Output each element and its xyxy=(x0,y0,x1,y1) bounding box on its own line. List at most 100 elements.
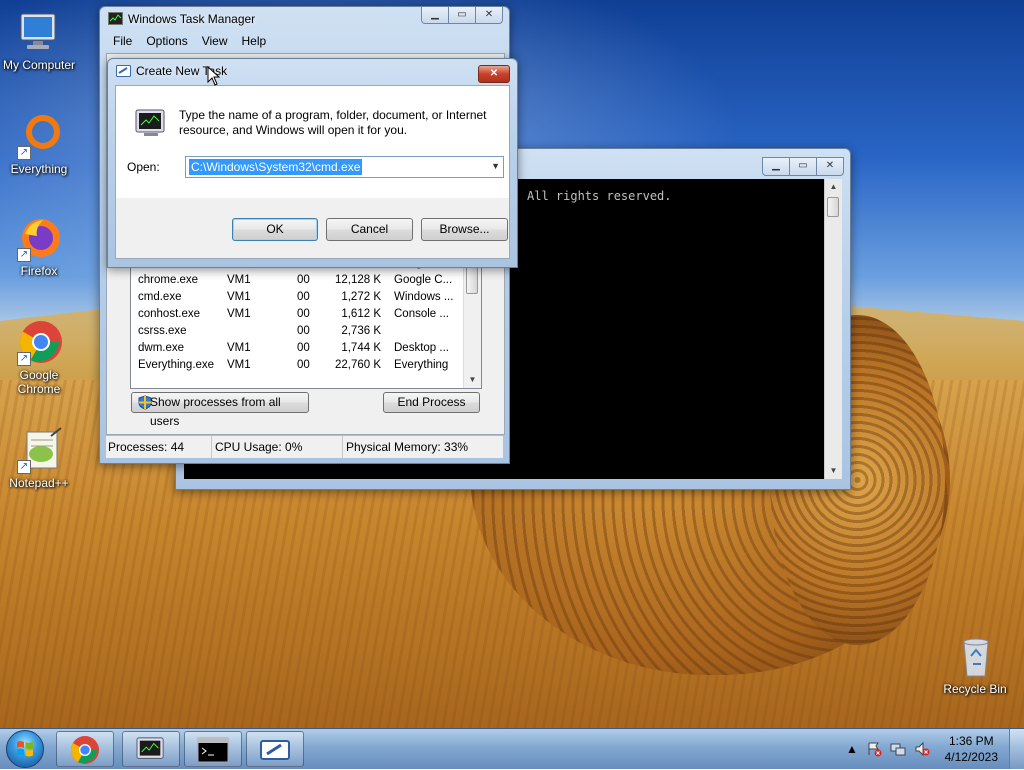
dialog-content-area: Type the name of a program, folder, docu… xyxy=(116,86,509,198)
clock-time: 1:36 PM xyxy=(948,734,994,748)
open-combobox[interactable]: C:\Windows\System32\cmd.exe ▼ xyxy=(185,156,504,178)
scroll-down-icon[interactable]: ▼ xyxy=(464,372,481,388)
recycle-bin-icon xyxy=(951,632,999,680)
notepadpp-icon: ↗ xyxy=(15,426,63,474)
process-list[interactable]: chrome.exe VM1 00 23,888 K Google C... c… xyxy=(130,259,482,389)
close-button[interactable]: ✕ xyxy=(475,7,503,24)
process-memory: 1,272 K xyxy=(341,291,381,303)
table-row[interactable]: chrome.exe VM1 00 12,128 K Google C... xyxy=(131,272,463,289)
process-list-scrollbar[interactable]: ▼ xyxy=(463,260,481,388)
chrome-icon xyxy=(70,736,99,764)
task-manager-caption-buttons: ▁ ▭ ✕ xyxy=(421,7,503,24)
table-row[interactable]: Everything.exe VM1 00 22,760 K Everythin… xyxy=(131,357,463,374)
action-center-icon[interactable] xyxy=(866,741,882,757)
ok-label: OK xyxy=(266,222,284,236)
menu-help[interactable]: Help xyxy=(235,31,274,51)
show-hidden-icons-icon[interactable]: ▲ xyxy=(844,741,860,757)
scroll-up-icon[interactable]: ▲ xyxy=(825,179,842,195)
minimize-button[interactable]: ▁ xyxy=(762,157,790,176)
cmd-caption-buttons: ▁ ▭ ✕ xyxy=(762,157,844,176)
desktop-icon-notepadpp[interactable]: ↗ Notepad++ xyxy=(1,426,77,490)
ok-button[interactable]: OK xyxy=(232,218,318,241)
system-clock[interactable]: 1:36 PM 4/12/2023 xyxy=(945,733,998,765)
firefox-icon: ↗ xyxy=(15,214,63,262)
status-bar: Processes: 44 CPU Usage: 0% Physical Mem… xyxy=(106,435,503,458)
desktop-icon-label: Notepad++ xyxy=(9,476,69,490)
desktop-icon-my-computer[interactable]: My Computer xyxy=(1,8,77,72)
taskbar-create-new-task[interactable] xyxy=(246,731,304,767)
chrome-icon: ↗ xyxy=(15,318,63,366)
open-input[interactable]: C:\Windows\System32\cmd.exe xyxy=(189,159,363,175)
process-user: VM1 xyxy=(227,308,251,320)
shortcut-arrow-icon: ↗ xyxy=(17,460,31,474)
browse-label: Browse... xyxy=(439,222,490,236)
console-scrollbar[interactable]: ▲ ▼ xyxy=(824,179,842,479)
everything-icon: ↗ xyxy=(15,112,63,160)
end-process-label: End Process xyxy=(397,395,466,409)
show-desktop-button[interactable] xyxy=(1009,729,1024,769)
process-description: Console ... xyxy=(394,308,449,320)
minimize-button[interactable]: ▁ xyxy=(421,7,449,24)
process-memory: 2,736 K xyxy=(341,325,381,337)
shortcut-arrow-icon: ↗ xyxy=(17,146,31,160)
process-memory: 1,744 K xyxy=(341,342,381,354)
menu-view[interactable]: View xyxy=(195,31,235,51)
windows-logo-icon xyxy=(17,741,33,757)
desktop-icon-everything[interactable]: ↗ Everything xyxy=(1,112,77,176)
process-description: Desktop ... xyxy=(394,342,449,354)
show-all-processes-button[interactable]: Show processes from all users xyxy=(131,392,309,428)
desktop-icon-firefox[interactable]: ↗ Firefox xyxy=(1,214,77,278)
status-cpu: CPU Usage: 0% xyxy=(212,436,343,458)
menu-options[interactable]: Options xyxy=(139,31,194,51)
clock-date: 4/12/2023 xyxy=(944,750,998,764)
cancel-button[interactable]: Cancel xyxy=(326,218,413,241)
task-manager-titlebar[interactable]: Windows Task Manager ▁ ▭ ✕ xyxy=(100,7,509,31)
close-button[interactable]: ✕ xyxy=(478,65,510,83)
desktop-icon-label: Everything xyxy=(10,162,68,176)
process-name: chrome.exe xyxy=(138,274,199,286)
desktop-icon-recycle-bin[interactable]: Recycle Bin xyxy=(937,632,1013,696)
status-memory: Physical Memory: 33% xyxy=(346,440,469,454)
desktop-icon-label: Google Chrome xyxy=(17,368,61,396)
process-user: VM1 xyxy=(227,274,251,286)
scroll-thumb[interactable] xyxy=(466,264,478,294)
status-processes: Processes: 44 xyxy=(106,436,212,458)
scroll-thumb[interactable] xyxy=(827,197,839,217)
menu-file[interactable]: File xyxy=(106,31,139,51)
end-process-button[interactable]: End Process xyxy=(383,392,480,413)
process-description: Google C... xyxy=(394,274,453,286)
scroll-down-icon[interactable]: ▼ xyxy=(825,463,842,479)
taskbar-task-manager[interactable] xyxy=(122,731,180,767)
network-icon[interactable] xyxy=(890,741,906,757)
close-button[interactable]: ✕ xyxy=(816,157,844,176)
process-user: VM1 xyxy=(227,291,251,303)
chevron-down-icon[interactable]: ▼ xyxy=(491,161,500,171)
task-manager-icon xyxy=(136,737,164,759)
process-name: conhost.exe xyxy=(138,308,201,320)
desktop-icon-google-chrome[interactable]: ↗ Google Chrome xyxy=(1,318,77,396)
table-row[interactable]: dwm.exe VM1 00 1,744 K Desktop ... xyxy=(131,340,463,357)
process-description: Windows ... xyxy=(394,291,454,303)
process-name: Everything.exe xyxy=(138,359,215,371)
open-label: Open: xyxy=(127,160,160,174)
process-description: Everything xyxy=(394,359,449,371)
volume-muted-icon[interactable] xyxy=(914,741,930,757)
dialog-caption-buttons: ✕ xyxy=(478,65,510,83)
dialog-message: Type the name of a program, folder, docu… xyxy=(179,108,487,137)
command-prompt-icon xyxy=(197,737,229,763)
process-memory: 22,760 K xyxy=(334,359,381,371)
taskbar-cmd[interactable] xyxy=(184,731,242,767)
table-row[interactable]: csrss.exe 00 2,736 K xyxy=(131,323,463,340)
create-new-task-dialog[interactable]: Create New Task ✕ Type the name of a pro… xyxy=(107,58,518,268)
maximize-button[interactable]: ▭ xyxy=(789,157,817,176)
process-name: cmd.exe xyxy=(138,291,182,303)
shortcut-arrow-icon: ↗ xyxy=(17,248,31,262)
maximize-button[interactable]: ▭ xyxy=(448,7,476,24)
process-user: VM1 xyxy=(227,359,251,371)
start-button[interactable] xyxy=(6,730,44,768)
table-row[interactable]: conhost.exe VM1 00 1,612 K Console ... xyxy=(131,306,463,323)
dialog-titlebar[interactable]: Create New Task ✕ xyxy=(108,59,517,83)
table-row[interactable]: cmd.exe VM1 00 1,272 K Windows ... xyxy=(131,289,463,306)
browse-button[interactable]: Browse... xyxy=(421,218,508,241)
taskbar-chrome[interactable] xyxy=(56,731,114,767)
